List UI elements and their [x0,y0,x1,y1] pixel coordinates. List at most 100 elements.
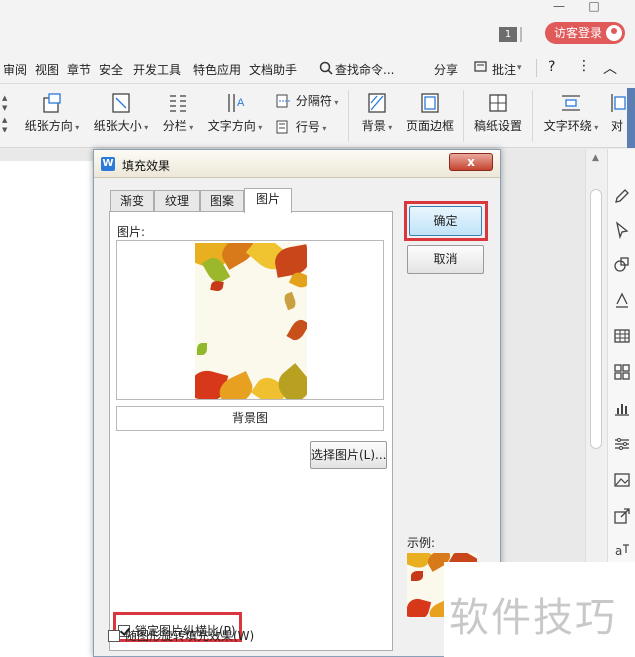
text-wrap-icon [562,95,580,111]
page-border-label: 页面边框 [405,119,454,133]
line-number-icon [276,120,288,134]
text-wrap-button[interactable]: 文字环绕 ▾ [542,92,600,134]
ribbon: ▲ ▼ ▲ ▼ 纸张方向 ▾ 纸张大小 ▾ 分栏 ▾ A 文字方向 ▾ 分隔符 … [0,84,635,148]
apps-grid-icon[interactable] [613,363,631,381]
columns-icon [170,95,186,112]
divider [536,59,537,77]
dialog-title-bar[interactable]: W 填充效果 x [94,150,500,178]
document-page[interactable] [0,161,93,657]
notification-badge[interactable]: 1 [499,27,522,42]
menu-view[interactable]: 视图 [35,61,59,78]
menu-developer[interactable]: 开发工具 [133,61,181,78]
minimize-button[interactable]: — [551,0,567,14]
grid-paper-button[interactable]: 稿纸设置 [472,92,524,134]
picture-name-field: 背景图 [116,406,384,431]
ribbon-divider [463,90,464,142]
select-picture-button[interactable]: 选择图片(L)... [310,441,387,469]
picture-tab-panel: 图片: 背景图 选择图片(L)... 锁定图片纵横比(P) [109,211,393,651]
autumn-leaves-image [195,243,307,399]
menu-doc-assistant[interactable]: 文档助手 [249,61,297,78]
paper-orientation-icon [43,93,61,113]
picture-preview [116,240,384,400]
background-icon [368,93,386,113]
svg-text:▼: ▼ [2,104,8,112]
comment-dropdown-icon: ▾ [517,63,522,73]
svg-text:A: A [237,97,245,109]
page-border-icon [421,93,439,113]
rotate-with-shape-label: 随图形旋转填充效果(W) [125,629,255,643]
comment-menu[interactable]: 批注 [492,61,516,78]
svg-text:a: a [615,544,622,558]
paper-orientation-label: 纸张方向 [24,119,73,133]
text-style-icon[interactable] [613,291,631,309]
picture-label: 图片: [117,225,146,239]
menu-features[interactable]: 特色应用 [193,61,241,78]
columns-button[interactable]: 分栏 ▾ [160,92,196,134]
menu-security[interactable]: 安全 [99,61,123,78]
page-border-button[interactable]: 页面边框 [404,92,456,134]
visitor-login-label: 访客登录 [554,26,603,40]
text-wrap-label: 文字环绕 [543,119,592,133]
dialog-close-button[interactable]: x [449,153,493,171]
share-export-icon[interactable] [613,507,631,525]
align-label: 对 [610,119,623,133]
tab-gradient[interactable]: 渐变 [110,190,154,212]
cursor-icon[interactable] [613,221,631,239]
tab-pattern[interactable]: 图案 [200,190,244,212]
translate-icon[interactable]: a [613,541,631,559]
search-commands[interactable]: 查找命令... [335,61,394,78]
svg-text:▼: ▼ [2,126,8,132]
example-label: 示例: [407,536,436,550]
line-number-label: 行号 [295,120,320,134]
scroll-up-icon[interactable]: ▲ [592,153,602,163]
background-label: 背景 [361,119,386,133]
svg-text:▲: ▲ [2,94,8,102]
fill-effects-dialog: W 填充效果 x 渐变 纹理 图案 图片 图片: 背景图 选择图片(L)... … [93,149,501,657]
share-button[interactable]: 分享 [434,61,458,78]
text-direction-label: 文字方向 [207,119,256,133]
ribbon-scroll-edge[interactable] [627,88,635,148]
settings-sliders-icon[interactable] [613,435,631,453]
maximize-button[interactable]: □ [586,0,602,14]
pen-icon[interactable] [613,187,631,205]
cancel-button[interactable]: 取消 [407,245,484,274]
menu-review[interactable]: 审阅 [3,61,27,78]
checkbox-unchecked-icon[interactable] [108,630,120,642]
chart-icon[interactable] [613,399,631,417]
ok-button-highlight [404,201,488,241]
paper-orientation-button[interactable]: 纸张方向 ▾ [24,92,80,134]
line-number-button[interactable]: 行号 ▾ [276,118,326,135]
tab-texture[interactable]: 纹理 [154,190,200,212]
menu-section[interactable]: 章节 [67,61,91,78]
spinner-arrows-icon: ▲ ▼ ▲ ▼ [2,94,8,132]
columns-label: 分栏 [162,119,187,133]
dialog-title: 填充效果 [122,159,171,173]
text-direction-button[interactable]: A 文字方向 ▾ [206,92,264,134]
table-icon[interactable] [613,327,631,345]
paper-size-label: 纸张大小 [93,119,142,133]
comment-icon [474,61,487,72]
ribbon-divider [348,90,349,142]
help-button[interactable]: ? [548,59,555,75]
background-button[interactable]: 背景 ▾ [357,92,397,134]
title-bar: 1 访客登录 — □ [0,0,635,50]
svg-text:▲: ▲ [2,116,8,124]
wps-app-icon: W [101,157,115,171]
paper-size-button[interactable]: 纸张大小 ▾ [93,92,149,134]
avatar-icon [606,25,622,41]
rotate-with-shape-checkbox[interactable]: 随图形旋转填充效果(W) [108,627,254,644]
shapes-icon[interactable] [613,255,631,273]
separator-button[interactable]: 分隔符 ▾ [276,92,338,109]
separator-icon [276,94,290,108]
search-icon [319,61,333,75]
watermark-text: 软件技巧 [449,595,617,641]
separator-label: 分隔符 [295,94,332,108]
scrollbar-thumb[interactable] [590,189,602,449]
more-options-button[interactable]: ⋮ [577,58,591,74]
visitor-login-button[interactable]: 访客登录 [545,22,625,44]
align-button[interactable]: 对 [608,92,626,134]
collapse-ribbon-button[interactable]: ︿ [603,58,617,78]
ribbon-divider [532,90,533,142]
tab-picture[interactable]: 图片 [244,188,292,213]
image-icon[interactable] [613,471,631,489]
